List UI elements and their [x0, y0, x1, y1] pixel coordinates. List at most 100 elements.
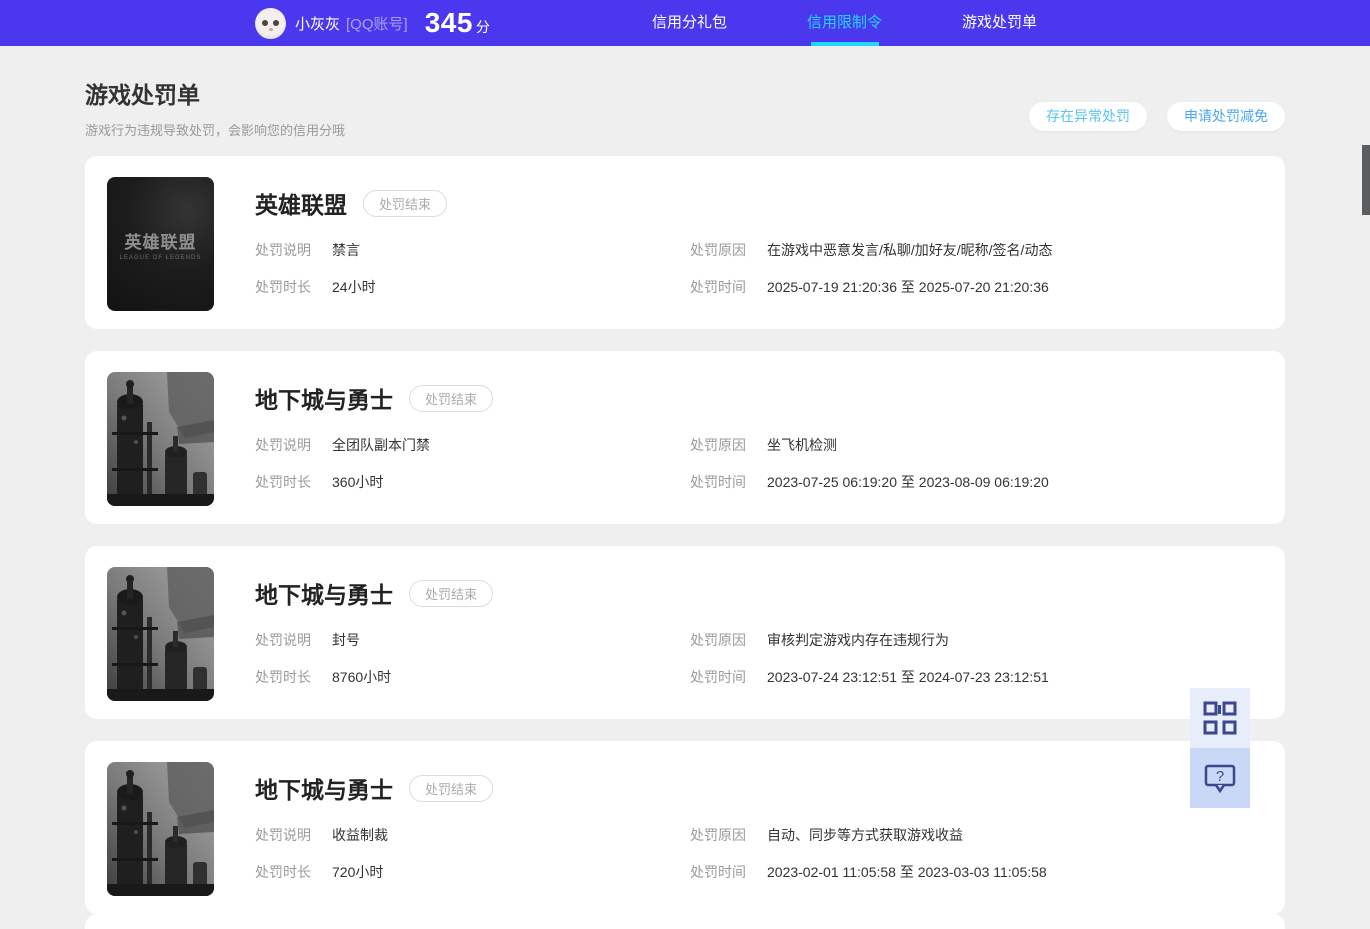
reason-label: 处罚原因 [690, 827, 746, 843]
description-label: 处罚说明 [255, 242, 311, 258]
field-description: 处罚说明 收益制裁 [255, 825, 690, 845]
user-avatar[interactable] [255, 7, 286, 39]
duration-label: 处罚时长 [255, 864, 311, 880]
time-label: 处罚时间 [690, 279, 746, 295]
duration-value: 8760小时 [332, 669, 392, 685]
field-row: 处罚时长 8760小时 处罚时间 2023-07-24 23:12:51 至 2… [255, 667, 1285, 687]
account-type-label: [QQ账号] [346, 15, 408, 33]
card-content: 地下城与勇士 处罚结束 处罚说明 全团队副本门禁 处罚原因 坐飞机检测 处罚时长… [255, 351, 1285, 492]
time-value: 2025-07-19 21:20:36 至 2025-07-20 21:20:3… [767, 279, 1049, 295]
penalty-card: 地下城与勇士 处罚结束 处罚说明 收益制裁 处罚原因 自动、同步等方式获取游戏收… [85, 741, 1285, 914]
field-row: 处罚说明 收益制裁 处罚原因 自动、同步等方式获取游戏收益 [255, 825, 1285, 845]
field-row: 处罚时长 720小时 处罚时间 2023-02-01 11:05:58 至 20… [255, 862, 1285, 882]
dnf-artwork [107, 567, 214, 701]
floating-widget: ? [1190, 688, 1250, 808]
time-label: 处罚时间 [690, 474, 746, 490]
reason-value: 坐飞机检测 [767, 437, 837, 453]
reason-label: 处罚原因 [690, 437, 746, 453]
penalty-reduction-button[interactable]: 申请处罚减免 [1167, 102, 1285, 131]
game-name: 地下城与勇士 [255, 387, 393, 413]
field-rows: 处罚说明 封号 处罚原因 审核判定游戏内存在违规行为 处罚时长 8760小时 处… [255, 630, 1285, 687]
avatar-cat-nose [268, 27, 273, 31]
field-row: 处罚说明 禁言 处罚原因 在游戏中恶意发言/私聊/加好友/昵称/签名/动态 [255, 240, 1285, 260]
field-row: 处罚时长 24小时 处罚时间 2025-07-19 21:20:36 至 202… [255, 277, 1285, 297]
time-value: 2023-07-25 06:19:20 至 2023-08-09 06:19:2… [767, 474, 1049, 490]
game-thumbnail: 英雄联盟 LEAGUE OF LEGENDS [107, 177, 214, 311]
scrollbar-thumb[interactable] [1362, 145, 1370, 215]
dnf-artwork [107, 762, 214, 896]
status-badge: 处罚结束 [363, 189, 448, 217]
description-label: 处罚说明 [255, 632, 311, 648]
field-reason: 处罚原因 审核判定游戏内存在违规行为 [690, 630, 959, 650]
field-time: 处罚时间 2023-07-24 23:12:51 至 2024-07-23 23… [690, 667, 1059, 687]
reason-value: 审核判定游戏内存在违规行为 [767, 632, 949, 648]
field-reason: 处罚原因 自动、同步等方式获取游戏收益 [690, 825, 973, 845]
description-label: 处罚说明 [255, 437, 311, 453]
penalty-card-list: 英雄联盟 LEAGUE OF LEGENDS 英雄联盟 处罚结束 处罚说明 禁言… [85, 156, 1285, 914]
time-value: 2023-02-01 11:05:58 至 2023-03-03 11:05:5… [767, 864, 1047, 880]
game-title-row: 地下城与勇士 处罚结束 [255, 381, 1285, 415]
field-duration: 处罚时长 8760小时 [255, 667, 690, 687]
penalty-card: 地下城与勇士 处罚结束 处罚说明 全团队副本门禁 处罚原因 坐飞机检测 处罚时长… [85, 351, 1285, 524]
field-reason: 处罚原因 在游戏中恶意发言/私聊/加好友/昵称/签名/动态 [690, 240, 1062, 260]
avatar-cat-eye [273, 19, 279, 26]
user-name: 小灰灰 [295, 15, 341, 33]
game-thumbnail [107, 567, 214, 701]
time-value: 2023-07-24 23:12:51 至 2024-07-23 23:12:5… [767, 669, 1049, 685]
reason-label: 处罚原因 [690, 632, 746, 648]
field-rows: 处罚说明 收益制裁 处罚原因 自动、同步等方式获取游戏收益 处罚时长 720小时… [255, 825, 1285, 882]
status-badge: 处罚结束 [409, 774, 494, 802]
duration-value: 360小时 [332, 474, 384, 490]
card-content: 英雄联盟 处罚结束 处罚说明 禁言 处罚原因 在游戏中恶意发言/私聊/加好友/昵… [255, 156, 1285, 297]
reason-label: 处罚原因 [690, 242, 746, 258]
duration-value: 24小时 [332, 279, 376, 295]
field-duration: 处罚时长 720小时 [255, 862, 690, 882]
tab-credit-restriction[interactable]: 信用限制令 [767, 0, 922, 46]
game-thumbnail [107, 762, 214, 896]
avatar-cat-eye [262, 19, 268, 26]
description-label: 处罚说明 [255, 827, 311, 843]
field-time: 处罚时间 2023-02-01 11:05:58 至 2023-03-03 11… [690, 862, 1057, 882]
qr-code-button[interactable] [1190, 688, 1250, 748]
field-duration: 处罚时长 360小时 [255, 472, 690, 492]
abnormal-penalty-button[interactable]: 存在异常处罚 [1029, 102, 1147, 131]
card-content: 地下城与勇士 处罚结束 处罚说明 封号 处罚原因 审核判定游戏内存在违规行为 处… [255, 546, 1285, 687]
game-thumbnail [107, 372, 214, 506]
field-rows: 处罚说明 禁言 处罚原因 在游戏中恶意发言/私聊/加好友/昵称/签名/动态 处罚… [255, 240, 1285, 297]
field-time: 处罚时间 2025-07-19 21:20:36 至 2025-07-20 21… [690, 277, 1059, 297]
game-title-row: 地下城与勇士 处罚结束 [255, 771, 1285, 805]
status-badge: 处罚结束 [409, 384, 494, 412]
dnf-artwork [107, 372, 214, 506]
field-row: 处罚时长 360小时 处罚时间 2023-07-25 06:19:20 至 20… [255, 472, 1285, 492]
field-description: 处罚说明 全团队副本门禁 [255, 435, 690, 455]
credit-score: 345 分 [424, 7, 491, 38]
user-info: 小灰灰 [QQ账号] 345 分 [255, 0, 490, 46]
action-buttons: 存在异常处罚 申请处罚减免 [1029, 102, 1285, 131]
field-row: 处罚说明 全团队副本门禁 处罚原因 坐飞机检测 [255, 435, 1285, 455]
help-button[interactable]: ? [1190, 748, 1250, 808]
reason-value: 在游戏中恶意发言/私聊/加好友/昵称/签名/动态 [767, 242, 1053, 258]
penalty-card: 英雄联盟 LEAGUE OF LEGENDS 英雄联盟 处罚结束 处罚说明 禁言… [85, 156, 1285, 329]
game-title-row: 地下城与勇士 处罚结束 [255, 576, 1285, 610]
field-duration: 处罚时长 24小时 [255, 277, 690, 297]
duration-label: 处罚时长 [255, 279, 311, 295]
credit-score-unit: 分 [475, 19, 491, 35]
status-badge: 处罚结束 [409, 579, 494, 607]
field-description: 处罚说明 禁言 [255, 240, 690, 260]
field-time: 处罚时间 2023-07-25 06:19:20 至 2023-08-09 06… [690, 472, 1059, 492]
thumb-title: 英雄联盟 [124, 232, 197, 252]
card-content: 地下城与勇士 处罚结束 处罚说明 收益制裁 处罚原因 自动、同步等方式获取游戏收… [255, 741, 1285, 882]
reason-value: 自动、同步等方式获取游戏收益 [767, 827, 963, 843]
game-name: 地下城与勇士 [255, 582, 393, 608]
duration-label: 处罚时长 [255, 474, 311, 490]
top-header: 小灰灰 [QQ账号] 345 分 信用分礼包 信用限制令 游戏处罚单 [0, 0, 1370, 46]
penalty-card-partial [85, 914, 1285, 929]
tab-game-penalty[interactable]: 游戏处罚单 [922, 0, 1077, 46]
game-name: 地下城与勇士 [255, 777, 393, 803]
tab-credit-gift[interactable]: 信用分礼包 [612, 0, 767, 46]
qr-code-icon [1203, 701, 1237, 735]
league-of-legends-logo: 英雄联盟 LEAGUE OF LEGENDS [107, 177, 214, 311]
svg-text:?: ? [1216, 768, 1224, 785]
field-row: 处罚说明 封号 处罚原因 审核判定游戏内存在违规行为 [255, 630, 1285, 650]
game-name: 英雄联盟 [255, 192, 347, 218]
